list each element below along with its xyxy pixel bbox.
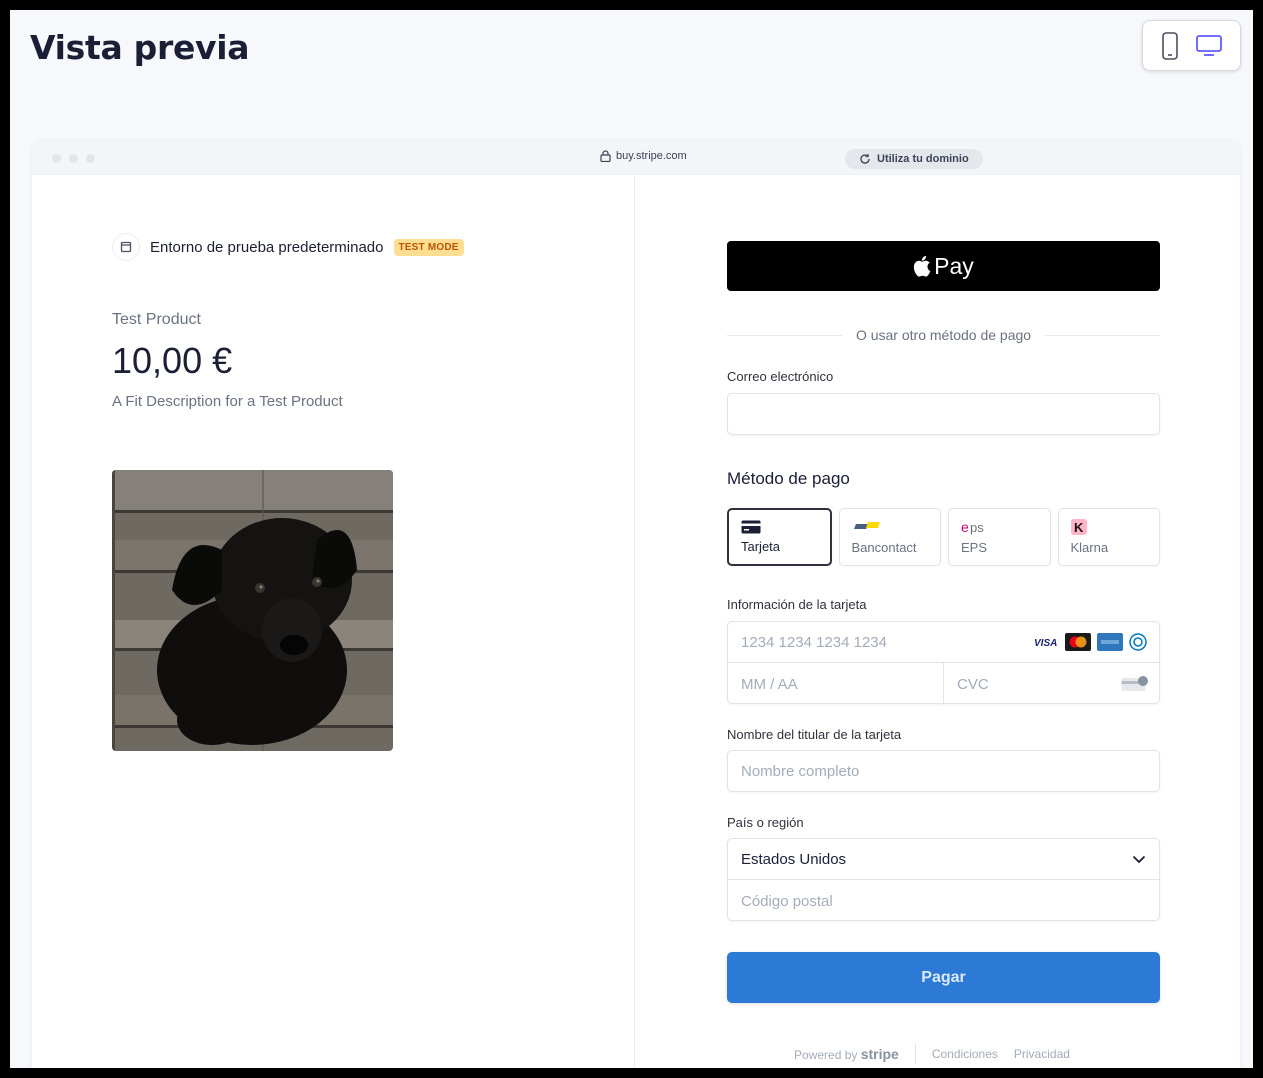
apple-pay-button[interactable]: Pay xyxy=(727,241,1160,291)
browser-window: buy.stripe.com Utiliza tu dominio Entorn… xyxy=(32,141,1240,1068)
visa-icon: VISA xyxy=(1034,638,1057,649)
environment-icon xyxy=(112,233,140,261)
expiry-field[interactable] xyxy=(728,663,944,705)
postal-code-input[interactable] xyxy=(728,880,1159,922)
tab-card-label: Tarjeta xyxy=(741,539,781,554)
cvc-icon xyxy=(1121,676,1148,691)
tab-klarna[interactable]: K Klarna xyxy=(1057,508,1160,566)
cardholder-label: Nombre del titular de la tarjeta xyxy=(727,727,902,742)
column-divider xyxy=(634,175,635,1068)
footer-separator xyxy=(914,1044,916,1064)
cvc-field[interactable] xyxy=(944,663,1161,705)
use-domain-label: Utiliza tu dominio xyxy=(877,153,969,165)
svg-text:ps: ps xyxy=(970,520,984,535)
window-dots xyxy=(52,154,95,163)
environment-row: Entorno de prueba predeterminado TEST MO… xyxy=(112,233,464,261)
desktop-view-button[interactable] xyxy=(1195,34,1222,58)
card-icon xyxy=(741,520,761,534)
card-brands: VISA xyxy=(1033,633,1147,651)
bancontact-icon xyxy=(853,522,880,529)
product-description: A Fit Description for a Test Product xyxy=(112,393,343,410)
footer: Powered by stripe Condiciones Privacidad xyxy=(794,1044,1070,1064)
powered-by: Powered by stripe xyxy=(794,1046,899,1062)
privacy-link[interactable]: Privacidad xyxy=(1014,1047,1070,1061)
terms-link[interactable]: Condiciones xyxy=(932,1047,998,1061)
desktop-icon xyxy=(1195,34,1222,56)
or-text: O usar otro método de pago xyxy=(855,327,1032,343)
cardholder-field[interactable] xyxy=(727,750,1160,792)
apple-pay-label: Pay xyxy=(934,252,974,279)
lock-icon xyxy=(600,150,611,162)
klarna-icon: K xyxy=(1070,519,1087,535)
postal-code-field[interactable] xyxy=(728,880,1159,922)
tab-eps-label: EPS xyxy=(961,540,988,555)
apple-icon xyxy=(914,255,931,277)
amex-icon xyxy=(1097,633,1123,651)
product-name: Test Product xyxy=(112,311,201,328)
svg-text:e: e xyxy=(961,519,969,535)
email-label: Correo electrónico xyxy=(727,369,834,384)
product-image xyxy=(112,470,393,751)
stripe-logo: stripe xyxy=(860,1046,899,1062)
pay-button[interactable]: Pagar xyxy=(727,952,1160,1003)
device-toggle xyxy=(1142,20,1241,71)
tab-card[interactable]: Tarjeta xyxy=(727,508,832,566)
payment-method-tabs: Tarjeta Bancontact e ps EPS K Klarna xyxy=(727,508,1160,566)
country-select[interactable]: Estados Unidos xyxy=(728,839,1159,880)
refresh-icon xyxy=(860,154,870,164)
cardholder-input[interactable] xyxy=(728,751,1159,791)
country-label: País o región xyxy=(727,815,804,830)
svg-text:VISA: VISA xyxy=(1034,638,1057,649)
card-number-field[interactable]: VISA xyxy=(728,622,1159,663)
use-domain-button[interactable]: Utiliza tu dominio xyxy=(845,149,983,169)
or-divider: O usar otro método de pago xyxy=(727,327,1161,343)
eps-icon: e ps xyxy=(961,519,984,535)
url-text: buy.stripe.com xyxy=(616,150,687,162)
tab-eps[interactable]: e ps EPS xyxy=(948,508,1051,566)
email-input[interactable] xyxy=(728,394,1159,434)
preview-frame: Vista previa buy.stripe.com Utiliza tu d… xyxy=(10,10,1253,1068)
email-field[interactable] xyxy=(727,393,1160,435)
card-info-group: VISA xyxy=(727,621,1161,705)
country-group: Estados Unidos xyxy=(727,838,1160,922)
country-value: Estados Unidos xyxy=(741,850,847,868)
payment-method-title: Método de pago xyxy=(727,469,850,488)
tab-klarna-label: Klarna xyxy=(1070,540,1109,555)
browser-chrome: buy.stripe.com Utiliza tu dominio xyxy=(32,141,1240,175)
expiry-input[interactable] xyxy=(728,663,943,705)
test-mode-badge: TEST MODE xyxy=(393,238,464,256)
svg-text:K: K xyxy=(1074,520,1084,535)
product-price: 10,00 € xyxy=(112,340,233,381)
tab-bancontact-label: Bancontact xyxy=(851,540,917,555)
diners-icon xyxy=(1129,633,1147,651)
environment-name: Entorno de prueba predeterminado xyxy=(150,238,384,256)
mobile-view-button[interactable] xyxy=(1161,31,1179,60)
tab-bancontact[interactable]: Bancontact xyxy=(838,508,941,566)
phone-icon xyxy=(1162,31,1179,60)
powered-by-text: Powered by xyxy=(794,1048,858,1062)
mastercard-icon xyxy=(1065,633,1091,651)
chevron-down-icon xyxy=(1132,855,1146,863)
page-title: Vista previa xyxy=(30,28,250,67)
card-info-label: Información de la tarjeta xyxy=(727,597,867,612)
url-bar: buy.stripe.com xyxy=(600,150,687,162)
